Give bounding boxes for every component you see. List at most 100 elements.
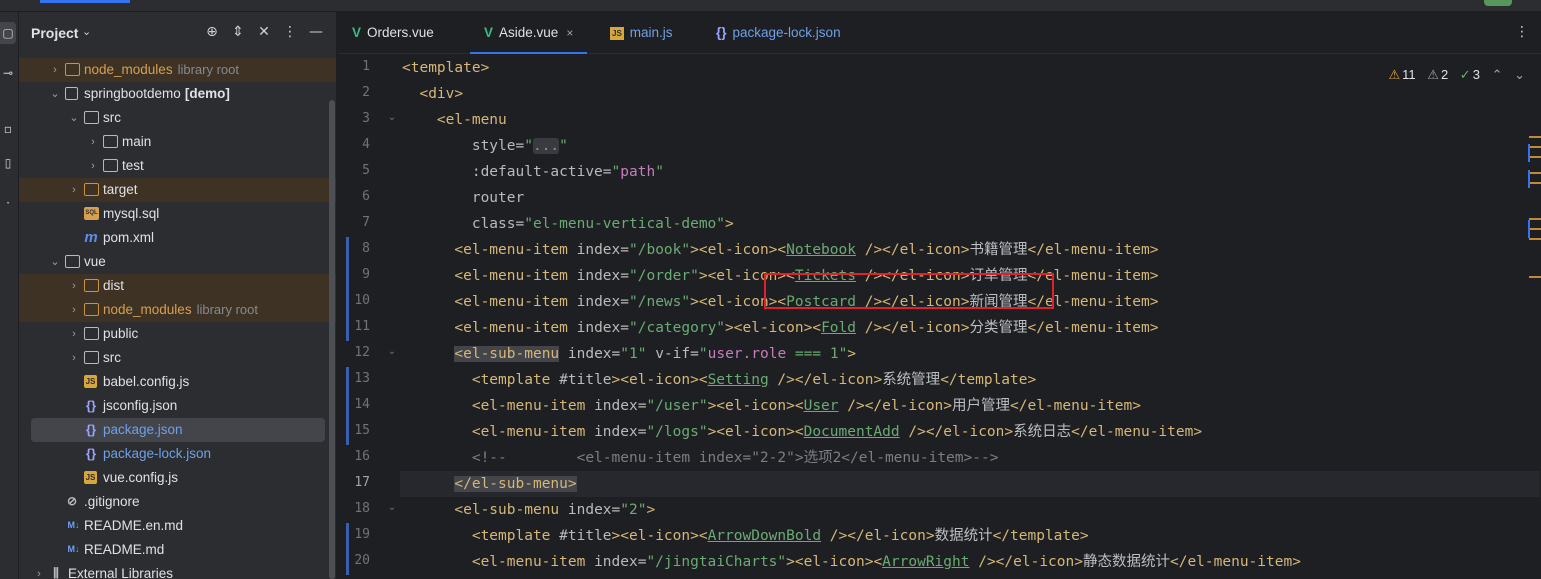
stripe-mark[interactable]	[1529, 172, 1541, 174]
vcs-change-marker[interactable]	[346, 263, 349, 289]
code-line[interactable]: <el-menu-item index="/book"><el-icon><No…	[402, 237, 1158, 263]
tree-item[interactable]: › test	[19, 154, 336, 178]
tree-item[interactable]: ⊘ .gitignore	[19, 490, 336, 514]
fold-icon[interactable]: ⌄	[386, 346, 398, 357]
vcs-change-marker[interactable]	[346, 523, 349, 549]
code-line[interactable]: <!-- <el-menu-item index="2-2">选项2</el-m…	[402, 445, 999, 471]
code-line[interactable]: <div>	[402, 81, 463, 107]
stripe-mark[interactable]	[1529, 156, 1541, 158]
tree-item[interactable]: JS babel.config.js	[19, 370, 336, 394]
chevron-right-icon[interactable]: ›	[68, 346, 80, 370]
tree-item[interactable]: m pom.xml	[19, 226, 336, 250]
chevron-right-icon[interactable]: ›	[87, 154, 99, 178]
chevron-right-icon[interactable]: ›	[33, 562, 45, 579]
tree-item[interactable]: M↓ README.md	[19, 538, 336, 562]
stripe-mark[interactable]	[1529, 218, 1541, 220]
tree-item[interactable]: › node_modules library root	[19, 298, 336, 322]
tree-item[interactable]: {} jsconfig.json	[19, 394, 336, 418]
fold-icon[interactable]: ⌄	[386, 502, 398, 513]
chevron-down-icon[interactable]: ⌄	[49, 82, 61, 106]
code-line[interactable]: <el-menu-item index="/jingtaiCharts"><el…	[402, 549, 1301, 575]
chevron-down-icon[interactable]: ⌄	[68, 106, 80, 130]
stripe-mark[interactable]	[1529, 182, 1541, 184]
error-stripe[interactable]	[1527, 72, 1541, 572]
stripe-mark[interactable]	[1529, 276, 1541, 278]
code-line[interactable]: <el-sub-menu index="1" v-if="user.role =…	[402, 341, 856, 367]
tree-item[interactable]: › main	[19, 130, 336, 154]
chevron-right-icon[interactable]: ›	[68, 178, 80, 202]
tree-item[interactable]: › src	[19, 346, 336, 370]
chevron-right-icon[interactable]: ›	[68, 322, 80, 346]
vcs-change-marker[interactable]	[346, 289, 349, 315]
tree-item[interactable]: › dist	[19, 274, 336, 298]
tab-aside-vue[interactable]: V Aside.vue ×	[470, 12, 588, 54]
tree-item[interactable]: {} package-lock.json	[19, 442, 336, 466]
code-view[interactable]: <template> <div> <el-menu style="..." :d…	[400, 55, 1540, 579]
chevron-down-icon[interactable]: ⌄	[49, 250, 61, 274]
vcs-change-marker[interactable]	[346, 315, 349, 341]
tree-item[interactable]: › ⫼ External Libraries	[19, 562, 336, 579]
more-tools-icon[interactable]: ·	[0, 192, 16, 214]
tabs-more-icon[interactable]: ⋮	[1515, 24, 1529, 40]
vcs-change-marker[interactable]	[346, 367, 349, 393]
tree-item[interactable]: M↓ README.en.md	[19, 514, 336, 538]
project-tool-icon[interactable]: ▢	[0, 22, 16, 44]
tree-item[interactable]: JS vue.config.js	[19, 466, 336, 490]
chevron-right-icon[interactable]: ›	[68, 298, 80, 322]
inspection-indicators[interactable]: ⚠ 11 ⚠ 2 ✓ 3 ⌃ ⌄	[1381, 67, 1526, 83]
vcs-change-marker[interactable]	[346, 419, 349, 445]
project-title[interactable]: Project	[31, 25, 78, 41]
collapse-all-icon[interactable]: ✕	[255, 23, 273, 41]
code-line[interactable]: <template #title><el-icon><ArrowDownBold…	[402, 523, 1089, 549]
stripe-mark[interactable]	[1529, 228, 1541, 230]
code-line[interactable]: <el-menu-item index="/category"><el-icon…	[402, 315, 1158, 341]
tree-item[interactable]: ⌄ src	[19, 106, 336, 130]
vcs-change-marker[interactable]	[346, 237, 349, 263]
prev-highlight-icon[interactable]: ⌃	[1492, 67, 1503, 82]
code-line[interactable]: class="el-menu-vertical-demo">	[402, 211, 734, 237]
vcs-change-marker[interactable]	[346, 549, 349, 575]
code-line[interactable]: <el-menu	[402, 107, 507, 133]
tree-item[interactable]: › target	[19, 178, 336, 202]
code-line[interactable]: :default-active="path"	[402, 159, 664, 185]
code-line[interactable]: router	[402, 185, 524, 211]
code-line[interactable]: <el-menu-item index="/logs"><el-icon><Do…	[402, 419, 1202, 445]
code-line[interactable]: </el-sub-menu>	[402, 471, 577, 497]
tree-item[interactable]: › public	[19, 322, 336, 346]
stripe-mark[interactable]	[1529, 238, 1541, 240]
options-icon[interactable]: ⋮	[281, 23, 299, 41]
expand-all-icon[interactable]: ⇕	[229, 23, 247, 41]
locate-icon[interactable]: ⊕	[203, 23, 221, 41]
commit-tool-icon[interactable]: ⊸	[0, 62, 16, 84]
tree-item[interactable]: ⌄ springbootdemo [demo]	[19, 82, 336, 106]
code-line[interactable]: <el-menu-item index="/user"><el-icon><Us…	[402, 393, 1141, 419]
run-widget[interactable]	[1484, 0, 1512, 6]
close-icon[interactable]: ×	[566, 26, 573, 40]
code-line[interactable]: <el-sub-menu index="2">	[402, 497, 655, 523]
code-line[interactable]: <template #title><el-icon><Setting /></e…	[402, 367, 1036, 393]
tab-package-lock-json[interactable]: {} package-lock.json	[716, 12, 841, 54]
next-highlight-icon[interactable]: ⌄	[1514, 67, 1525, 82]
line-number: 18	[354, 501, 370, 516]
chevron-right-icon[interactable]: ›	[87, 130, 99, 154]
vue-file-icon: V	[484, 25, 494, 40]
code-line[interactable]: <template>	[402, 55, 489, 81]
tree-item[interactable]: ⌄ vue	[19, 250, 336, 274]
code-line[interactable]: style="..."	[402, 133, 568, 159]
bookmarks-tool-icon[interactable]: ▯	[0, 152, 16, 174]
tree-item[interactable]: › node_modules library root	[19, 58, 336, 82]
stripe-mark[interactable]	[1529, 136, 1541, 138]
line-number: 13	[354, 371, 370, 386]
structure-tool-icon[interactable]: ▫	[0, 118, 16, 140]
hide-icon[interactable]: —	[307, 23, 325, 41]
tab-orders-vue[interactable]: V Orders.vue	[352, 12, 434, 54]
fold-icon[interactable]: ⌄	[386, 112, 398, 123]
chevron-down-icon[interactable]: ⌄	[82, 25, 91, 38]
tree-item[interactable]: {} package.json	[31, 418, 325, 442]
tab-main-js[interactable]: JS main.js	[610, 12, 673, 54]
tree-item[interactable]: SQL mysql.sql	[19, 202, 336, 226]
vcs-change-marker[interactable]	[346, 393, 349, 419]
stripe-mark[interactable]	[1529, 146, 1541, 148]
chevron-right-icon[interactable]: ›	[49, 58, 61, 82]
chevron-right-icon[interactable]: ›	[68, 274, 80, 298]
